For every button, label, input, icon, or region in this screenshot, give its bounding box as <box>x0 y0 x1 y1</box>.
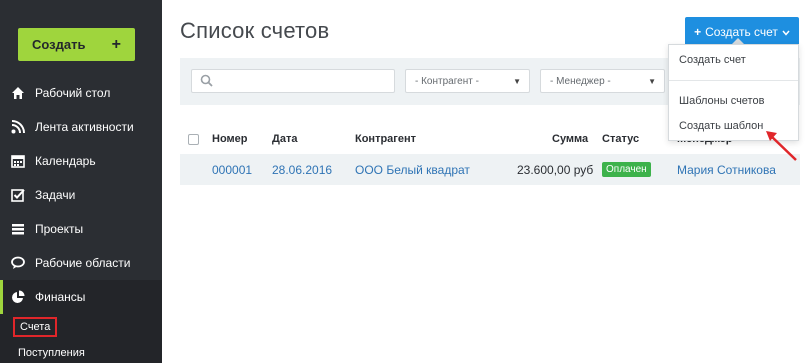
column-status[interactable]: Статус <box>602 133 639 145</box>
create-invoice-label: Создать счет <box>705 24 778 39</box>
table-row[interactable]: 000001 28.06.2016 ООО Белый квадрат 23.6… <box>180 154 800 185</box>
sidebar-item-calendar[interactable]: Календарь <box>0 144 162 178</box>
sidebar-item-projects[interactable]: Проекты <box>0 212 162 246</box>
sidebar: Создать + Рабочий стол Лента активности … <box>0 0 162 363</box>
sidebar-subitem-invoices[interactable]: Счета <box>13 317 58 337</box>
search-input[interactable] <box>191 69 395 93</box>
manager-select-value: - Менеджер - <box>550 75 611 87</box>
calendar-icon <box>10 153 26 169</box>
search-icon <box>200 74 213 92</box>
column-contractor[interactable]: Контрагент <box>355 133 416 145</box>
menu-item-create-template[interactable]: Создать шаблон <box>679 120 763 132</box>
menu-divider <box>669 80 798 81</box>
chevron-down-icon <box>782 25 790 39</box>
plus-icon: + <box>694 24 702 39</box>
manager-select[interactable]: - Менеджер - ▼ <box>540 69 665 93</box>
sidebar-item-tasks[interactable]: Задачи <box>0 178 162 212</box>
sidebar-item-desktop[interactable]: Рабочий стол <box>0 76 162 110</box>
checkbox-icon <box>10 187 26 203</box>
caret-down-icon: ▼ <box>513 77 521 86</box>
sidebar-item-label: Календарь <box>35 154 96 168</box>
column-number[interactable]: Номер <box>212 133 248 145</box>
column-sum[interactable]: Сумма <box>552 133 588 145</box>
sidebar-item-label: Финансы <box>35 290 86 304</box>
rss-icon <box>10 119 26 135</box>
sidebar-item-label: Задачи <box>35 188 76 202</box>
chat-icon <box>10 255 26 271</box>
home-icon <box>10 85 26 101</box>
sidebar-item-activity[interactable]: Лента активности <box>0 110 162 144</box>
pie-chart-icon <box>10 289 26 305</box>
invoice-number-link[interactable]: 000001 <box>212 163 252 177</box>
create-button-label: Создать <box>32 37 86 52</box>
invoice-sum: 23.600,00 руб <box>517 163 594 177</box>
select-all-checkbox[interactable] <box>188 134 199 145</box>
menu-item-create-invoice[interactable]: Создать счет <box>679 54 746 66</box>
finance-submenu: Счета Поступления <box>0 314 162 363</box>
invoice-date[interactable]: 28.06.2016 <box>272 163 332 177</box>
app-window: Создать + Рабочий стол Лента активности … <box>0 0 805 363</box>
status-badge: Оплачен <box>602 162 651 177</box>
page-title: Список счетов <box>180 18 330 43</box>
sidebar-item-label: Рабочие области <box>35 256 131 270</box>
sidebar-item-label: Проекты <box>35 222 84 236</box>
sidebar-item-workspaces[interactable]: Рабочие области <box>0 246 162 280</box>
menu-item-invoice-templates[interactable]: Шаблоны счетов <box>679 95 764 107</box>
contractor-select-value: - Контрагент - <box>415 75 479 87</box>
sidebar-item-label: Лента активности <box>35 120 134 134</box>
create-button[interactable]: Создать + <box>18 28 135 61</box>
sidebar-item-finance[interactable]: Финансы <box>0 280 162 314</box>
plus-icon: + <box>111 35 121 53</box>
column-date[interactable]: Дата <box>272 133 297 145</box>
create-invoice-dropdown: Создать счет Шаблоны счетов Создать шабл… <box>668 44 799 141</box>
list-icon <box>10 221 26 237</box>
contractor-select[interactable]: - Контрагент - ▼ <box>405 69 530 93</box>
sidebar-subitem-receipts[interactable]: Поступления <box>13 345 90 361</box>
sidebar-item-label: Рабочий стол <box>35 86 111 100</box>
contractor-link[interactable]: ООО Белый квадрат <box>355 163 470 177</box>
manager-link[interactable]: Мария Сотникова <box>677 163 776 177</box>
caret-down-icon: ▼ <box>648 77 656 86</box>
